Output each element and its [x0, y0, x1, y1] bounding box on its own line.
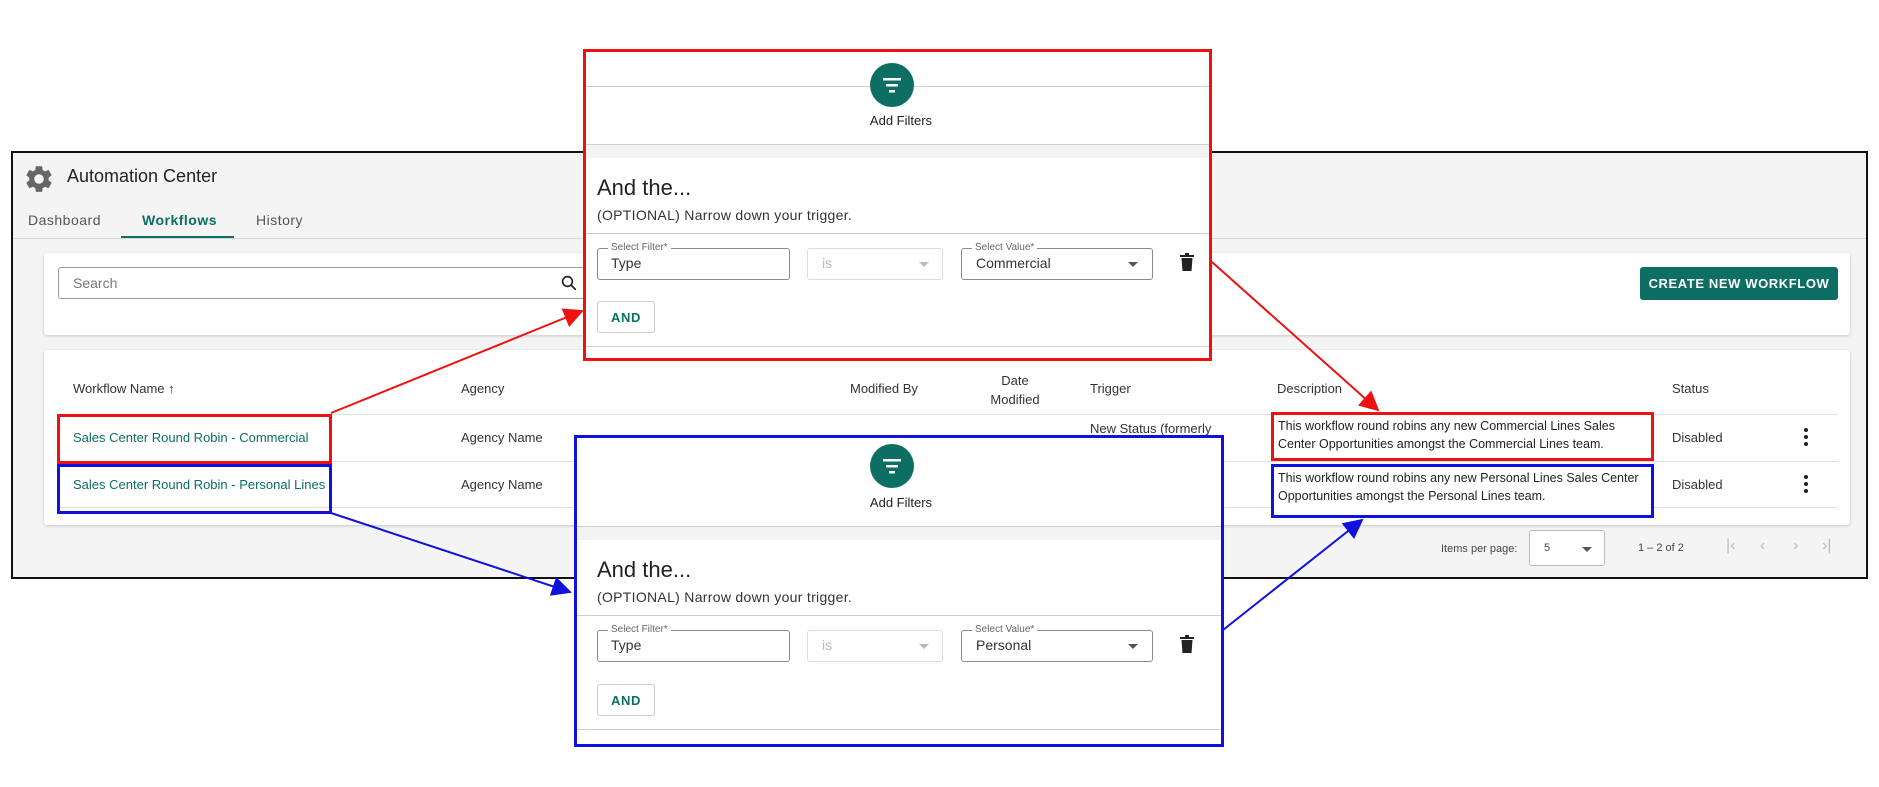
red-arrow: [330, 308, 584, 414]
red-arrow: [1211, 261, 1380, 412]
chevron-down-icon: [1128, 644, 1138, 649]
chevron-down-icon: [1128, 262, 1138, 267]
panel-gap: [586, 145, 1209, 158]
panel-divider: [586, 233, 1209, 234]
select-value-value: Commercial: [976, 255, 1051, 271]
highlight-personal-name: [57, 464, 332, 514]
highlight-commercial-name: [57, 414, 332, 464]
and-the-heading: And the...: [597, 557, 692, 582]
add-filters-button[interactable]: [870, 444, 914, 488]
panel-divider: [586, 346, 1209, 347]
and-the-heading: And the...: [597, 175, 692, 200]
select-filter-label: Select Filter*: [608, 624, 671, 635]
highlight-commercial-description: This workflow round robins any new Comme…: [1271, 412, 1654, 461]
filter-icon: [883, 78, 901, 93]
highlight-personal-description: This workflow round robins any new Perso…: [1271, 464, 1654, 518]
panel-gap: [577, 527, 1221, 540]
trash-icon[interactable]: [1180, 253, 1194, 271]
description-cell: This workflow round robins any new Comme…: [1278, 419, 1615, 451]
panel-divider: [577, 729, 1221, 730]
select-filter-value: Type: [611, 255, 642, 271]
panel-divider: [577, 615, 1221, 616]
and-button[interactable]: AND: [597, 684, 655, 716]
select-filter-label: Select Filter*: [608, 242, 671, 253]
chevron-down-icon: [919, 262, 929, 267]
add-filters-label: Add Filters: [869, 495, 933, 510]
optional-hint: (OPTIONAL) Narrow down your trigger.: [597, 207, 853, 223]
trash-icon[interactable]: [1180, 635, 1194, 653]
blue-arrow: [330, 512, 572, 596]
select-value-label: Select Value*: [972, 624, 1038, 635]
select-value-value: Personal: [976, 637, 1032, 653]
select-filter-value: Type: [611, 637, 642, 653]
operator-value: is: [822, 637, 833, 653]
filter-icon: [883, 459, 901, 474]
and-button[interactable]: AND: [597, 301, 655, 333]
optional-hint: (OPTIONAL) Narrow down your trigger.: [597, 589, 853, 605]
select-value-label: Select Value*: [972, 242, 1038, 253]
blue-arrow: [1222, 518, 1364, 631]
operator-value: is: [822, 255, 833, 271]
add-filters-button[interactable]: [870, 63, 914, 107]
description-cell: This workflow round robins any new Perso…: [1278, 471, 1639, 503]
add-filters-label: Add Filters: [869, 113, 933, 128]
chevron-down-icon: [919, 644, 929, 649]
